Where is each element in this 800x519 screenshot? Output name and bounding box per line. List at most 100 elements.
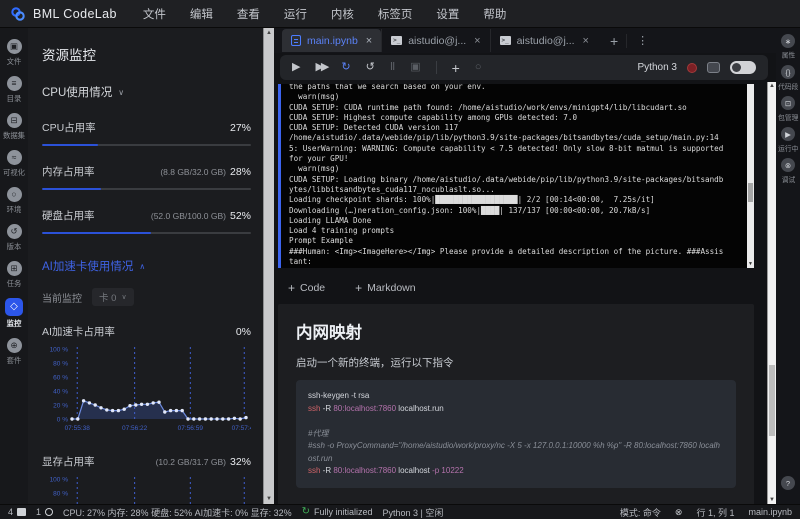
run-cell-button[interactable]: ▶	[292, 62, 300, 73]
cursor-position[interactable]: 行 1, 列 1	[696, 506, 734, 519]
cpu-progress-bar	[42, 144, 251, 146]
scrollbar-thumb[interactable]	[769, 364, 775, 437]
sidebar-item-3[interactable]: ≈ 可视化	[0, 147, 28, 181]
tab-1[interactable]: >_ aistudio@j... ×	[381, 29, 489, 52]
svg-text:07:55:38: 07:55:38	[65, 425, 91, 432]
kernel-status[interactable]: Python 3 | 空闲	[383, 506, 444, 519]
toolbar-divider	[435, 61, 437, 74]
kernel-name[interactable]: Python 3	[638, 62, 677, 73]
right-panel-item-3[interactable]: ▶ 运行中	[777, 127, 800, 154]
tab-more-options-button[interactable]: ⋮	[626, 33, 648, 48]
sidebar-item-label: 监控	[6, 319, 22, 328]
help-icon[interactable]: ?	[781, 476, 795, 490]
notebook-toolbar: ▶ ▶▶ ↻ ↺ Ⅱ ▣ + ○ Python 3	[280, 55, 768, 80]
output-scrollbar[interactable]: ▼	[747, 84, 754, 268]
menu-item-6[interactable]: 设置	[436, 6, 459, 22]
toolkit-icon: ⊕	[6, 338, 22, 353]
close-icon[interactable]: ×	[583, 35, 589, 47]
menu-item-5[interactable]: 标签页	[378, 6, 413, 22]
menu-item-2[interactable]: 查看	[237, 6, 260, 22]
close-icon[interactable]: ×	[366, 35, 372, 47]
right-activity-bar: ∗ 属性 {} 代码段 ⊡ 包管理 ▶ 运行中 ⊗ 调试?	[776, 28, 800, 504]
scroll-up-icon[interactable]: ▲	[768, 83, 776, 89]
menu-item-4[interactable]: 内核	[331, 6, 354, 22]
add-code-cell-button[interactable]: + Code	[288, 281, 325, 295]
menu-item-3[interactable]: 运行	[284, 6, 307, 22]
disk-usage-value: 52%	[229, 210, 251, 222]
keyboard-icon[interactable]	[707, 62, 720, 73]
menu-item-0[interactable]: 文件	[143, 6, 166, 22]
sidebar-item-8[interactable]: ⊕ 套件	[0, 335, 28, 369]
app-title: BML CodeLab	[33, 6, 117, 21]
scroll-down-icon[interactable]: ▼	[264, 496, 274, 502]
sidebar-item-label: 环境	[6, 205, 22, 214]
tab-label: aistudio@j...	[516, 34, 575, 47]
sidebar-item-2[interactable]: ⊟ 数据集	[0, 110, 28, 144]
right-panel-item-0[interactable]: ∗ 属性	[781, 34, 796, 61]
refresh-button[interactable]: ↺	[366, 62, 375, 73]
memory-usage-label: 内存占用率	[42, 166, 95, 178]
sidebar-item-1[interactable]: ≡ 目录	[0, 73, 28, 107]
current-filename: main.ipynb	[748, 507, 792, 517]
add-markdown-cell-button[interactable]: + Markdown	[355, 281, 415, 295]
panel-title: 资源监控	[42, 48, 96, 63]
list-icon: ≡	[6, 76, 22, 91]
app-logo: BML CodeLab	[10, 6, 117, 22]
tab-2[interactable]: >_ aistudio@j... ×	[489, 29, 598, 52]
sidebar-item-label: 文件	[6, 57, 22, 66]
scroll-up-icon[interactable]: ▲	[264, 30, 274, 36]
scroll-down-icon[interactable]: ▼	[747, 261, 754, 267]
right-panel-item-2[interactable]: ⊡ 包管理	[777, 96, 800, 123]
scroll-down-icon[interactable]: ▼	[768, 497, 776, 503]
main-layout: ▣ 文件 ≡ 目录 ⊟ 数据集 ≈ 可视化 ○ 环境 ↺ 版本 ⊞ 任务 ◇ 监控 ⊕ 套件 资源监控 CPU使用…	[0, 28, 800, 504]
right-panel-item-4[interactable]: ⊗ 调试	[781, 158, 796, 185]
notebook-icon	[291, 35, 301, 46]
markdown-cell[interactable]: 内网映射 启动一个新的终端，运行以下指令 ssh-keygen -t rsa ss…	[278, 304, 754, 504]
interrupt-kernel-button[interactable]: Ⅱ	[390, 62, 395, 73]
sidebar-item-0[interactable]: ▣ 文件	[0, 36, 28, 70]
memory-progress-bar	[42, 188, 251, 190]
plus-icon: +	[355, 281, 363, 295]
version-history-icon: ↺	[6, 224, 22, 239]
sidebar-item-5[interactable]: ↺ 版本	[0, 221, 28, 255]
tab-0[interactable]: main.ipynb ×	[282, 29, 382, 52]
restart-kernel-button[interactable]: ↻	[341, 62, 350, 73]
right-panel-item-1[interactable]: {} 代码段	[777, 65, 800, 92]
close-icon[interactable]: ×	[474, 35, 480, 47]
init-status-label: Fully initialized	[314, 507, 373, 517]
sidebar-item-4[interactable]: ○ 环境	[0, 184, 28, 218]
memory-usage-metric: 内存占用率 (8.8 GB/32.0 GB) 28%	[42, 164, 251, 190]
code-line-5: ssh -R 80:localhost:7860 localhost -p 10…	[308, 466, 464, 475]
mode-toggle[interactable]	[730, 61, 756, 74]
vram-usage-detail: (10.2 GB/31.7 GB)	[155, 457, 226, 467]
menu-item-1[interactable]: 编辑	[190, 6, 213, 22]
shield-icon: ⊗	[674, 506, 683, 517]
vram-usage-chart-clipped: 100 %80 %60 %	[42, 471, 251, 504]
panel-scrollbar[interactable]: ▲ ▼	[263, 28, 274, 504]
terminal-count[interactable]: 4	[8, 507, 27, 517]
tab-bar: main.ipynb × >_ aistudio@j... × >_ aistudio@j.…	[274, 28, 776, 53]
card-select-dropdown[interactable]: 卡 0 ∨	[92, 288, 134, 306]
notebook-content: the paths that we search based on your e…	[274, 82, 766, 504]
add-cell-button[interactable]: +	[452, 61, 460, 75]
svg-text:100 %: 100 %	[50, 476, 69, 483]
save-button[interactable]: ▣	[410, 62, 420, 73]
sidebar-item-7[interactable]: ◇ 监控	[0, 295, 28, 332]
cpu-section-header[interactable]: CPU使用情况 ∨	[42, 84, 251, 100]
markdown-heading: 内网映射	[296, 324, 362, 342]
ai-card-section-header[interactable]: AI加速卡使用情况 ∧	[42, 258, 251, 274]
editor-mode[interactable]: 模式: 命令	[620, 506, 661, 519]
sidebar-item-label: 套件	[6, 356, 22, 365]
code-cell-output: the paths that we search based on your e…	[278, 84, 754, 268]
menu-item-7[interactable]: 帮助	[483, 6, 506, 22]
init-status: ↻ Fully initialized	[302, 507, 373, 518]
run-all-button[interactable]: ▶▶	[315, 62, 329, 73]
sidebar-item-6[interactable]: ⊞ 任务	[0, 258, 28, 292]
svg-text:07:56:59: 07:56:59	[178, 425, 204, 432]
new-tab-button[interactable]: +	[610, 33, 618, 49]
running-icon: ▶	[781, 127, 795, 141]
kernel-count[interactable]: 1	[36, 507, 54, 517]
notebook-scrollbar[interactable]: ▲ ▼	[767, 82, 776, 504]
chevron-down-icon: ∨	[121, 294, 127, 301]
